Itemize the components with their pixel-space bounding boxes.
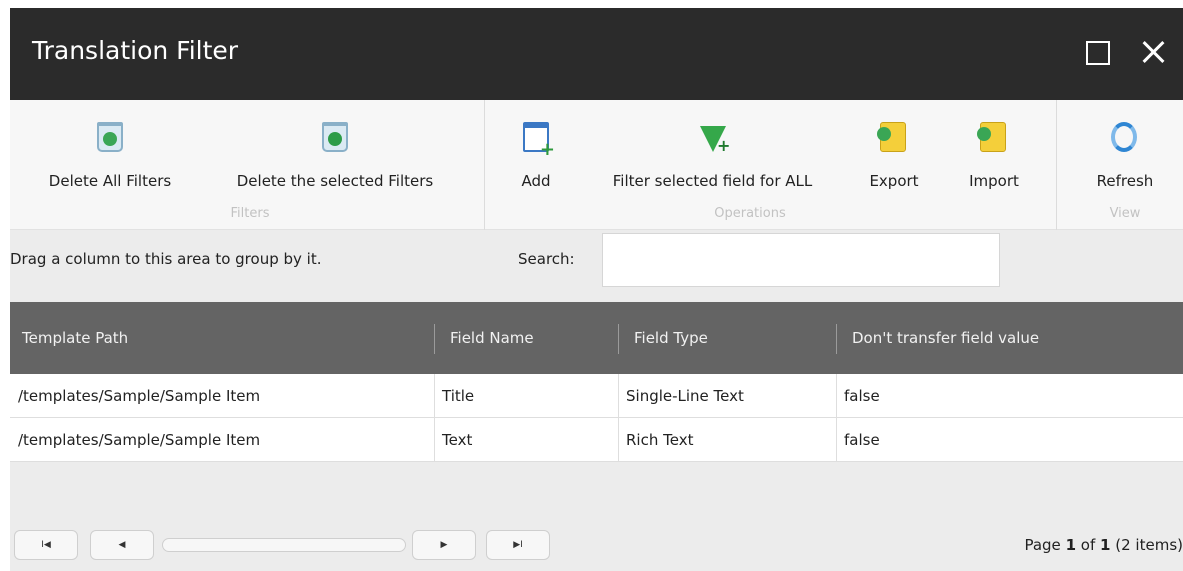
recycle-bin-check-icon: [322, 122, 348, 152]
table-row[interactable]: /templates/Sample/Sample Item Text Rich …: [10, 418, 1183, 462]
cell-template-path: /templates/Sample/Sample Item: [18, 387, 261, 405]
table-row[interactable]: /templates/Sample/Sample Item Title Sing…: [10, 374, 1183, 418]
group-divider: [484, 100, 485, 230]
filter-selected-field-for-all-button[interactable]: Filter selected field for ALL: [585, 100, 840, 200]
last-page-button[interactable]: ▶I: [486, 530, 550, 560]
column-divider: [836, 324, 837, 354]
page-current: 1: [1065, 536, 1077, 554]
group-divider: [1056, 100, 1057, 230]
recycle-bin-icon: [97, 122, 123, 152]
cell-field-type: Rich Text: [626, 431, 694, 449]
group-by-hint: Drag a column to this area to group by i…: [10, 250, 322, 268]
add-window-icon: [523, 122, 555, 160]
close-icon[interactable]: [1140, 38, 1168, 66]
add-button[interactable]: Add: [506, 100, 566, 200]
folder-export-icon: [877, 122, 906, 152]
cell-dont-transfer: false: [844, 387, 880, 405]
export-button[interactable]: Export: [858, 100, 930, 200]
page-slider[interactable]: [162, 538, 406, 552]
previous-page-button[interactable]: ◀: [90, 530, 154, 560]
add-label: Add: [521, 172, 551, 190]
title-bar: Translation Filter: [10, 8, 1183, 100]
cell-template-path: /templates/Sample/Sample Item: [18, 431, 261, 449]
column-header-field-name[interactable]: Field Name: [438, 302, 618, 374]
page-info: Page 1 of 1 (2 items): [1024, 536, 1183, 554]
cell-field-name: Text: [442, 431, 473, 449]
search-input[interactable]: [602, 233, 1000, 287]
column-divider: [618, 324, 619, 354]
import-button[interactable]: Import: [954, 100, 1034, 200]
group-panel[interactable]: Drag a column to this area to group by i…: [10, 230, 1183, 302]
filter-add-icon: [700, 126, 730, 156]
ribbon-toolbar: Delete All Filters Delete the selected F…: [10, 100, 1183, 230]
export-label: Export: [869, 172, 919, 190]
column-header-field-type[interactable]: Field Type: [622, 302, 836, 374]
column-divider: [434, 324, 435, 354]
pager: I◀ ◀ ▶ ▶I Page 1 of 1 (2 items): [10, 518, 1183, 571]
maximize-icon[interactable]: [1083, 38, 1111, 66]
view-group-label: View: [1109, 206, 1141, 221]
next-page-button[interactable]: ▶: [412, 530, 476, 560]
page-prefix: Page: [1024, 536, 1061, 554]
refresh-label: Refresh: [1096, 172, 1154, 190]
column-header-dont-transfer[interactable]: Don't transfer field value: [840, 302, 1180, 374]
delete-all-filters-button[interactable]: Delete All Filters: [30, 100, 190, 200]
import-label: Import: [969, 172, 1019, 190]
page-total: 1: [1100, 536, 1111, 554]
filter-selected-field-for-all-label: Filter selected field for ALL: [612, 172, 813, 190]
page-of: of: [1080, 536, 1096, 554]
filters-group-label: Filters: [230, 206, 270, 221]
column-header-template-path[interactable]: Template Path: [10, 302, 434, 374]
first-page-button[interactable]: I◀: [14, 530, 78, 560]
search-label: Search:: [518, 250, 575, 268]
operations-group-label: Operations: [714, 206, 786, 221]
refresh-icon: [1111, 122, 1137, 152]
grid-header: Template Path Field Name Field Type Don'…: [10, 302, 1183, 374]
cell-field-type: Single-Line Text: [626, 387, 744, 405]
dialog-title: Translation Filter: [32, 36, 239, 65]
item-count: (2 items): [1115, 536, 1183, 554]
refresh-button[interactable]: Refresh: [1080, 100, 1170, 200]
cell-dont-transfer: false: [844, 431, 880, 449]
delete-selected-filters-button[interactable]: Delete the selected Filters: [210, 100, 460, 200]
delete-selected-filters-label: Delete the selected Filters: [236, 172, 434, 190]
folder-import-icon: [977, 122, 1006, 152]
cell-field-name: Title: [442, 387, 475, 405]
translation-filter-dialog: Translation Filter Delete All Filters De…: [10, 8, 1183, 571]
delete-all-filters-label: Delete All Filters: [48, 172, 172, 190]
